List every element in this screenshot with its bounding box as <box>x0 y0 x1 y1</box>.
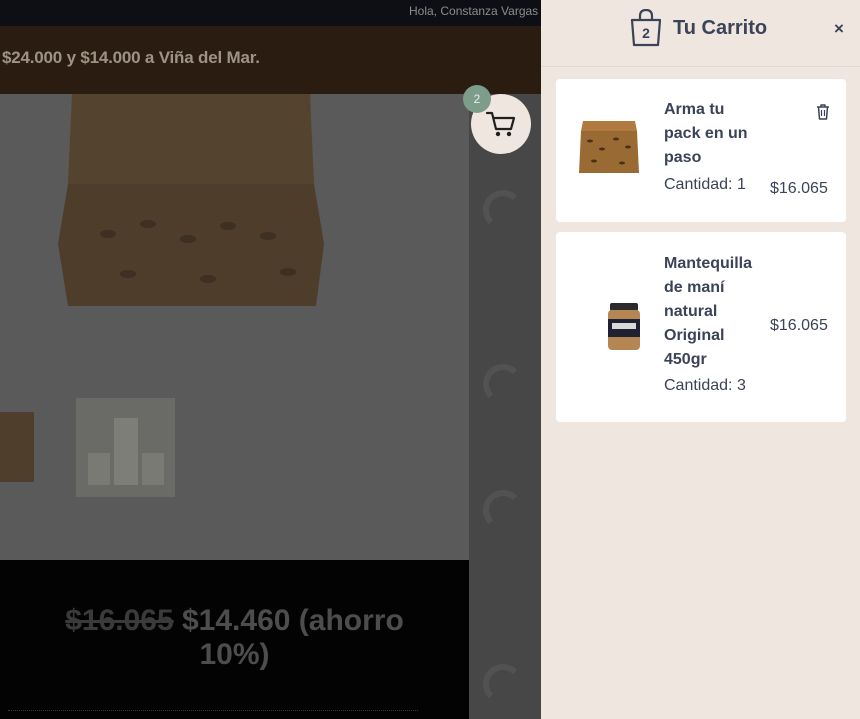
jars-thumbnail-image <box>88 418 164 485</box>
product-thumbnail-1[interactable] <box>0 412 34 482</box>
cart-title: Tu Carrito <box>673 17 768 39</box>
cart-count-badge: 2 <box>463 85 491 113</box>
product-image-box <box>579 121 639 173</box>
product-name[interactable]: Arma tu pack en un paso <box>664 98 748 170</box>
price-section: $16.065 $14.460 (ahorro 10%) <box>0 560 469 719</box>
price-display: $16.065 $14.460 (ahorro 10%) <box>0 604 469 672</box>
divider <box>8 710 418 711</box>
product-quantity: Cantidad: 1 <box>664 176 746 193</box>
cart-item: Arma tu pack en un paso Cantidad: 1 $16.… <box>556 79 846 222</box>
shopping-cart-icon <box>485 111 516 137</box>
cart-item: Mantequilla de maní natural Original 450… <box>556 232 846 422</box>
product-main-image <box>58 94 324 306</box>
decorative-strip <box>469 94 541 719</box>
trash-icon[interactable] <box>816 104 830 120</box>
product-price: $16.065 <box>770 317 828 334</box>
bag-count: 2 <box>642 25 650 41</box>
user-greeting[interactable]: Hola, Constanza Vargas <box>409 4 538 18</box>
promo-text: $24.000 y $14.000 a Viña del Mar. <box>2 48 260 67</box>
shopping-bag-icon: 2 <box>630 9 662 47</box>
new-price: $14.460 (ahorro <box>182 604 404 637</box>
product-quantity: Cantidad: 3 <box>664 377 746 394</box>
cart-header: 2 Tu Carrito × <box>541 0 860 67</box>
cart-drawer: 2 Tu Carrito × Arma tu pack en un paso C… <box>541 0 860 719</box>
product-name[interactable]: Mantequilla de maní natural Original 450… <box>664 252 752 372</box>
close-button[interactable]: × <box>834 19 850 39</box>
product-image-jar <box>608 303 640 350</box>
product-price: $16.065 <box>770 180 828 197</box>
product-thumbnail-2[interactable] <box>76 398 175 497</box>
new-price-cont: 10%) <box>199 638 270 671</box>
old-price: $16.065 <box>65 604 174 637</box>
